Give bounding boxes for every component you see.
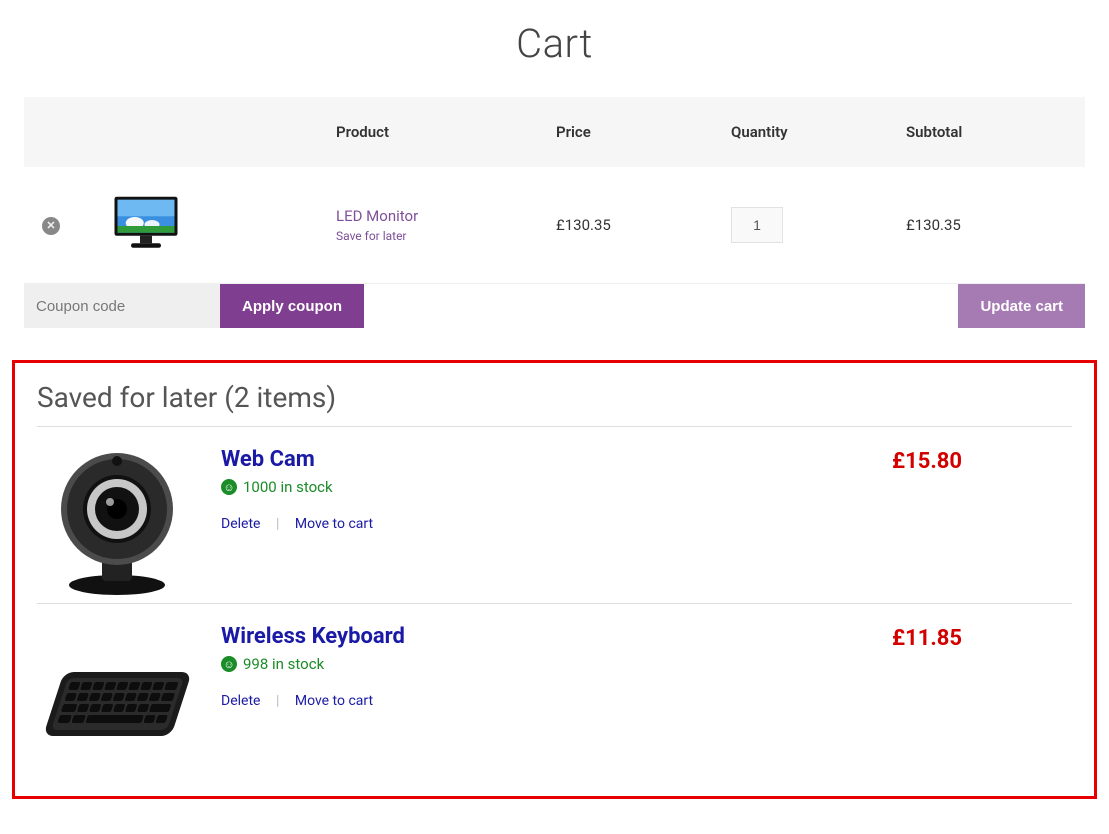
stock-status: ☺ 998 in stock (221, 655, 828, 673)
cart-table: Product Price Quantity Subtotal ✕ (24, 97, 1085, 328)
quantity-input[interactable] (731, 207, 783, 243)
saved-item-price: £11.85 (852, 626, 1072, 651)
stock-status: ☺ 1000 in stock (221, 478, 828, 496)
saved-for-later-section: Saved for later (2 items) Web Ca (12, 360, 1097, 799)
product-thumb-cell (94, 167, 324, 284)
product-subtotal: £130.35 (894, 167, 1085, 284)
webcam-thumb-icon (37, 447, 197, 597)
delete-saved-link[interactable]: Delete (221, 693, 260, 709)
coupon-code-input[interactable] (24, 284, 220, 328)
save-for-later-link[interactable]: Save for later (336, 229, 532, 243)
move-to-cart-link[interactable]: Move to cart (295, 693, 373, 709)
apply-coupon-button[interactable]: Apply coupon (220, 284, 364, 328)
col-price-header: Price (544, 97, 719, 167)
action-divider: | (276, 516, 279, 532)
stock-text: 1000 in stock (243, 478, 333, 496)
saved-item: Wireless Keyboard ☺ 998 in stock Delete … (37, 604, 1072, 774)
delete-saved-link[interactable]: Delete (221, 516, 260, 532)
monitor-thumb-icon (106, 193, 186, 253)
stock-text: 998 in stock (243, 655, 324, 673)
saved-heading: Saved for later (2 items) (37, 381, 1072, 414)
remove-item-button[interactable]: ✕ (42, 217, 60, 235)
col-remove-header (24, 97, 94, 167)
saved-item: Web Cam ☺ 1000 in stock Delete | Move to… (37, 427, 1072, 604)
close-icon: ✕ (46, 220, 55, 231)
col-product-header: Product (324, 97, 544, 167)
smiley-icon: ☺ (221, 656, 237, 672)
action-divider: | (276, 693, 279, 709)
col-thumb-header (94, 97, 324, 167)
col-subtotal-header: Subtotal (894, 97, 1085, 167)
saved-item-price: £15.80 (852, 449, 1072, 474)
product-price: £130.35 (544, 167, 719, 284)
actions-row: Apply coupon Update cart (24, 284, 1085, 329)
keyboard-thumb-icon (37, 624, 197, 774)
page-title: Cart (24, 20, 1085, 67)
col-qty-header: Quantity (719, 97, 894, 167)
smiley-icon: ☺ (221, 479, 237, 495)
update-cart-button[interactable]: Update cart (958, 284, 1085, 328)
saved-item-name-link[interactable]: Wireless Keyboard (221, 624, 405, 649)
table-row: ✕ (24, 167, 1085, 284)
saved-item-name-link[interactable]: Web Cam (221, 447, 315, 472)
move-to-cart-link[interactable]: Move to cart (295, 516, 373, 532)
product-name-link[interactable]: LED Monitor (336, 207, 418, 225)
